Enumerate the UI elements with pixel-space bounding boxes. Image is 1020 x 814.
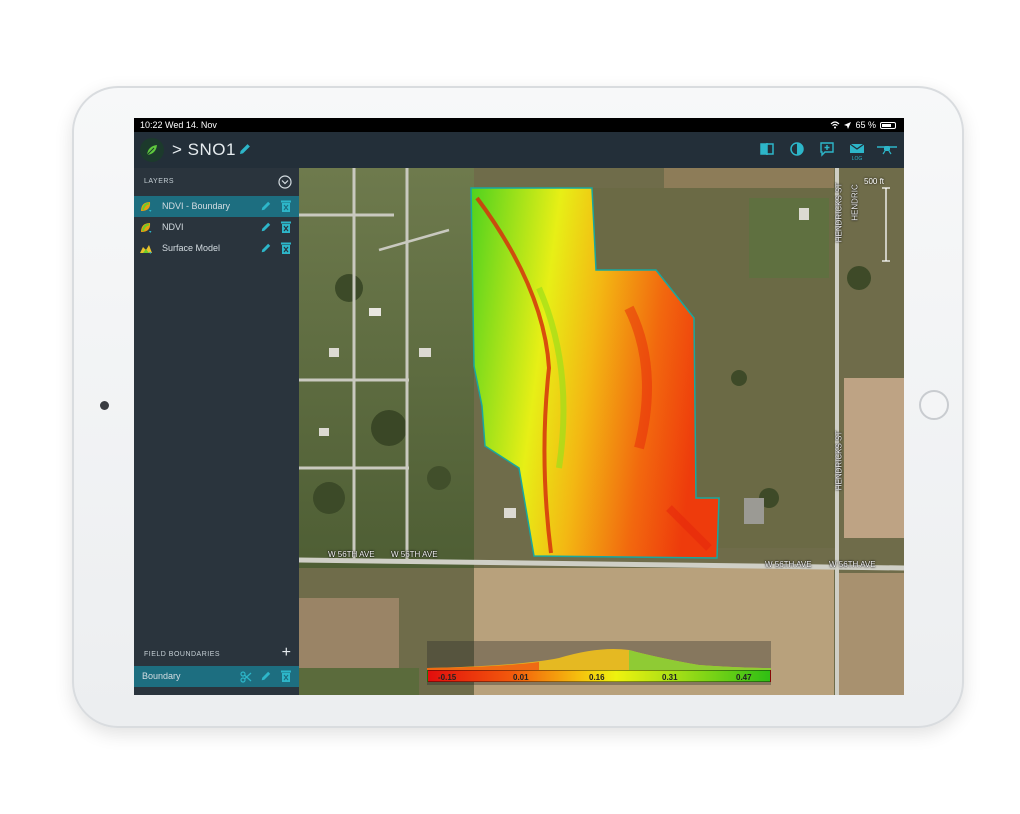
compare-button[interactable] — [756, 138, 778, 160]
legend-color-bar: -0.15 0.01 0.16 0.31 0.47 — [427, 670, 771, 682]
map-view[interactable]: 500 ft W 56TH AVE W 56TH AVE W 56TH AVE … — [299, 168, 904, 695]
front-camera — [100, 401, 109, 410]
scale-label: 500 ft — [864, 177, 885, 186]
boundary-row[interactable]: Boundary — [134, 666, 299, 687]
legend-tick: 0.16 — [589, 673, 605, 682]
legend-tick: -0.15 — [438, 673, 457, 682]
contrast-icon — [790, 142, 804, 156]
page-title: > SNO1 — [172, 140, 236, 159]
layer-label: Surface Model — [162, 243, 221, 253]
app-logo[interactable] — [140, 138, 164, 162]
ndvi-layer-icon — [141, 202, 152, 212]
layers-header: LAYERS — [134, 168, 299, 196]
boundary-label: Boundary — [142, 671, 181, 681]
street-label: W 56TH AVE — [391, 550, 438, 559]
add-boundary-icon[interactable]: + — [282, 645, 291, 661]
delete-trash-icon[interactable] — [280, 241, 292, 255]
delete-trash-icon[interactable] — [280, 220, 292, 234]
status-bar: 10:22 Wed 14. Nov 65 % — [134, 118, 904, 132]
battery-percent: 65 % — [855, 120, 876, 130]
street-label: W 56TH AVE — [829, 560, 876, 569]
drone-icon — [877, 146, 897, 155]
scissors-icon[interactable] — [240, 671, 252, 683]
app-screen: 10:22 Wed 14. Nov 65 % > SNO1 LOG LAYERS… — [134, 118, 904, 695]
ndvi-layer-icon — [141, 223, 152, 233]
layer-row-ndvi[interactable]: NDVI — [134, 217, 299, 238]
legend-tick: 0.47 — [736, 673, 752, 682]
legend-tick: 0.31 — [662, 673, 678, 682]
ndvi-legend: -0.15 0.01 0.16 0.31 0.47 — [427, 641, 771, 685]
street-label: W 56TH AVE — [765, 560, 812, 569]
layers-heading: LAYERS — [144, 178, 175, 185]
edit-pencil-icon[interactable] — [260, 670, 272, 682]
annotate-button[interactable] — [816, 138, 838, 160]
collapse-chevron-icon[interactable] — [278, 175, 292, 189]
status-time: 10:22 Wed 14. Nov — [140, 120, 217, 130]
leaf-logo-icon — [146, 145, 157, 156]
layer-row-surface-model[interactable]: Surface Model — [134, 238, 299, 259]
home-button[interactable] — [919, 390, 949, 420]
mail-icon — [849, 143, 865, 153]
log-label: LOG — [851, 156, 863, 162]
street-label: HENDRICKS ST — [834, 182, 844, 243]
field-boundaries-header: FIELD BOUNDARIES + — [134, 642, 299, 666]
top-nav-bar: > SNO1 LOG — [134, 132, 904, 168]
drone-button[interactable] — [876, 138, 898, 160]
satellite-map — [299, 168, 904, 695]
split-map-icon — [760, 143, 774, 155]
edit-title-pencil-icon[interactable] — [238, 142, 252, 156]
add-comment-icon — [820, 142, 834, 157]
contrast-button[interactable] — [786, 138, 808, 160]
edit-pencil-icon[interactable] — [260, 242, 272, 254]
legend-tick: 0.01 — [513, 673, 529, 682]
delete-trash-icon[interactable] — [280, 199, 292, 213]
street-label: HENDRIC — [850, 184, 860, 221]
wifi-icon — [831, 121, 840, 129]
edit-pencil-icon[interactable] — [260, 221, 272, 233]
street-label: HENDRICKS ST — [834, 430, 844, 491]
layer-row-ndvi-boundary[interactable]: NDVI - Boundary — [134, 196, 299, 217]
layer-label: NDVI - Boundary — [162, 201, 231, 211]
delete-trash-icon[interactable] — [280, 669, 292, 683]
edit-pencil-icon[interactable] — [260, 200, 272, 212]
street-label: W 56TH AVE — [328, 550, 375, 559]
battery-icon — [880, 121, 896, 129]
field-boundaries-heading: FIELD BOUNDARIES — [144, 651, 221, 658]
surface-model-icon — [140, 245, 152, 254]
location-arrow-icon — [844, 121, 852, 129]
layers-sidebar: LAYERS NDVI - Boundary NDVI Surface Mode… — [134, 168, 299, 695]
log-button[interactable]: LOG — [846, 138, 868, 162]
layer-label: NDVI — [162, 222, 184, 232]
